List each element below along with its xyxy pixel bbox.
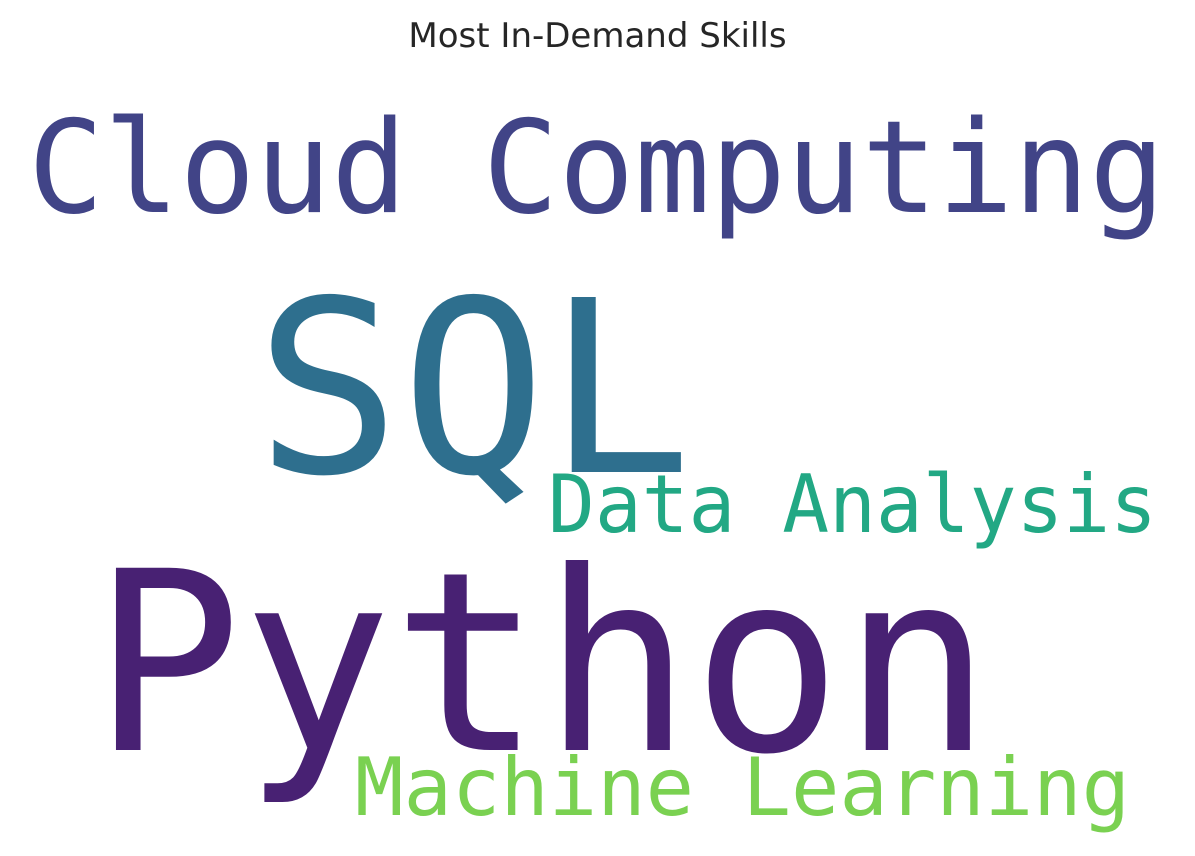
- word-cloud-computing: Cloud Computing: [28, 94, 1165, 243]
- wordcloud-figure: Most In-Demand Skills Python SQL Cloud Com…: [0, 0, 1195, 856]
- word-machine-learning: Machine Learning: [355, 741, 1130, 834]
- word-data-analysis: Data Analysis: [548, 458, 1157, 551]
- wordcloud: PythonSQLCloud ComputingData AnalysisMac…: [28, 94, 1165, 834]
